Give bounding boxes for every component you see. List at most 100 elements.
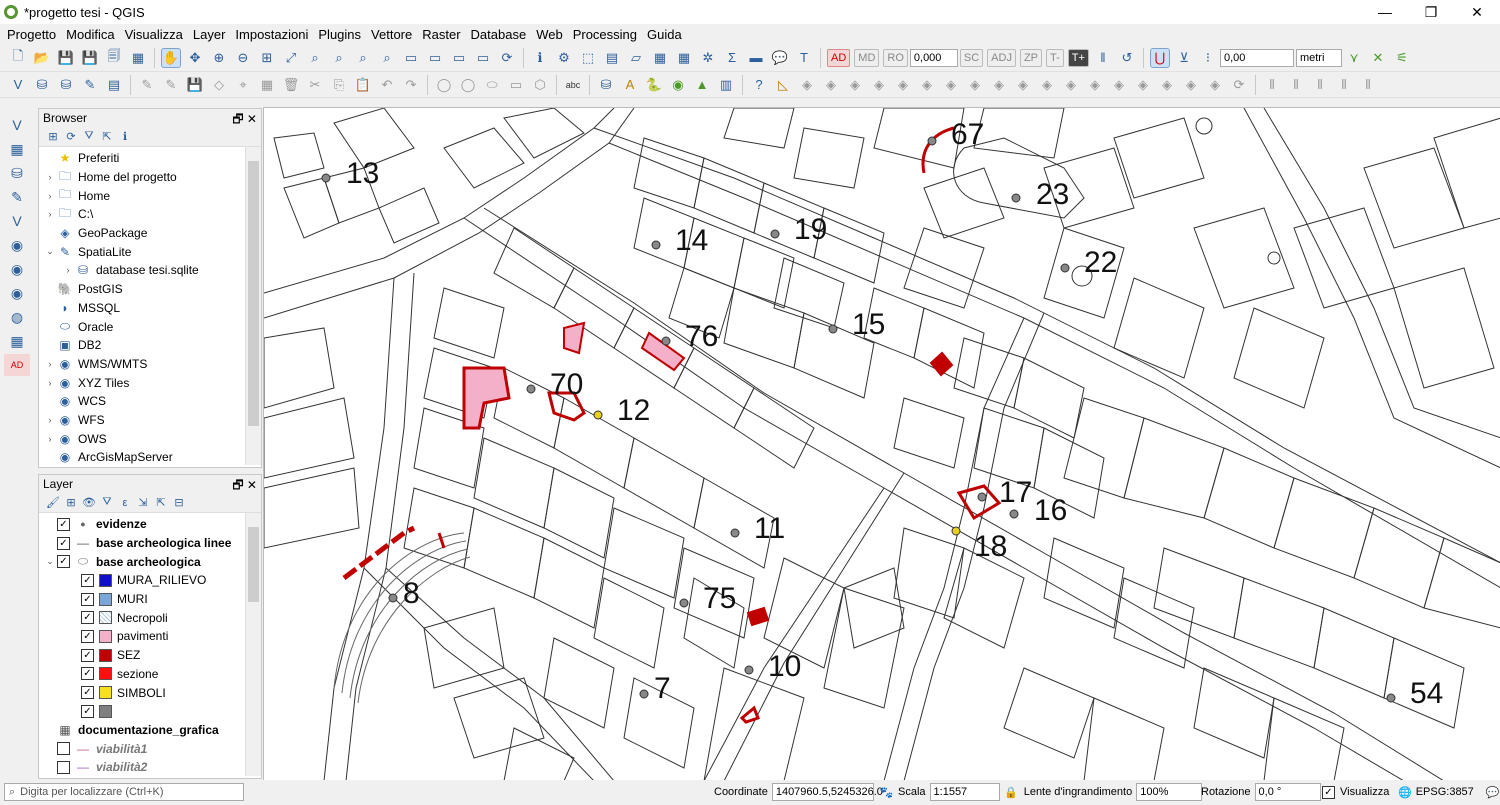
add-delimited-text-icon[interactable]: ✎ [4,186,30,208]
evidence-point[interactable] [321,173,331,183]
browser-item[interactable]: ◉ ArcGisMapServer [39,448,261,467]
align-right-icon[interactable]: ⫴ [1310,75,1330,95]
render-checkbox[interactable]: ✓ [1322,785,1335,799]
zoom-selection-icon[interactable]: ⌕ [305,48,325,68]
evidence-point[interactable] [1009,509,1019,519]
add-wms-layer-icon[interactable]: ◉ [4,234,30,256]
locator-search-input[interactable]: ⌕ Digita per localizzare (Ctrl+K) [4,783,244,801]
expand-arrow-icon[interactable]: ⌄ [43,246,57,257]
filter-browser-icon[interactable]: ⛛ [81,129,97,145]
menu-layer[interactable]: Layer [188,27,231,42]
paste-icon[interactable]: 📋 [353,75,373,95]
refresh-browser-icon[interactable]: ⟳ [63,129,79,145]
identify-icon[interactable]: ℹ [530,48,550,68]
digitize-shape-icon[interactable]: ◯ [434,75,454,95]
expand-arrow-icon[interactable]: › [43,415,57,425]
units-select[interactable]: metri [1295,48,1342,67]
menu-progetto[interactable]: Progetto [2,27,61,42]
modify-attributes-icon[interactable]: ▦ [257,75,277,95]
layer-visibility-checkbox[interactable] [57,742,70,756]
browser-item[interactable]: ⬭ Oracle [39,317,261,336]
processing-toolbox-icon[interactable]: ✲ [698,48,718,68]
layer-item[interactable]: — viabilità2 [39,758,261,777]
advanced-digitize-15-icon[interactable]: ◈ [1133,75,1153,95]
collapse-all-icon[interactable]: ⇱ [99,129,115,145]
current-edits-icon[interactable]: ✎ [137,75,157,95]
add-spatialite-layer-icon[interactable]: ⛁ [4,162,30,184]
advanced-digitize-10-icon[interactable]: ◈ [1013,75,1033,95]
layer-visibility-checkbox[interactable]: ✓ [81,611,94,625]
browser-item[interactable]: › ⛁ database tesi.sqlite [39,261,261,280]
zoom-in-icon[interactable]: ⊕ [209,48,229,68]
snap-value-input[interactable]: 0,000 [909,48,958,67]
evidence-point[interactable] [1060,263,1070,273]
adj-button[interactable]: ADJ [987,48,1016,67]
panel-float-close-icon[interactable]: 🗗 ✕ [232,110,257,131]
print-layout-icon[interactable]: 🗐 [104,48,124,68]
zp-button[interactable]: ZP [1019,48,1043,67]
save-project-icon[interactable]: 💾 [56,48,76,68]
t-minus-button[interactable]: T- [1046,48,1064,67]
zoom-out-icon[interactable]: ⊖ [233,48,253,68]
map-tips-icon[interactable]: 💬 [770,48,790,68]
statistics-icon[interactable]: Σ [722,48,742,68]
pause-icon[interactable]: ‖ [1093,48,1113,68]
virtual-layer-icon[interactable]: ▤ [104,75,124,95]
evidence-point[interactable] [679,598,689,608]
add-feature-icon[interactable]: ◇ [209,75,229,95]
advanced-digitize-1-icon[interactable]: ◈ [797,75,817,95]
layer-item[interactable]: ⌄ ✓ ⬭ base archeologica [39,552,261,571]
evidence-point[interactable] [828,324,838,334]
add-virtual-layer-icon[interactable]: V [4,210,30,232]
advanced-digitize-5-icon[interactable]: ◈ [893,75,913,95]
new-geopackage-icon[interactable]: ⛁ [56,75,76,95]
expand-all-icon[interactable]: ⇲ [135,495,151,511]
topological-editing-icon[interactable]: ⋎ [1344,48,1364,68]
plugin-globe-icon[interactable]: ◉ [668,75,688,95]
menu-visualizza[interactable]: Visualizza [120,27,188,42]
zoom-layer-icon[interactable]: ⌕ [329,48,349,68]
evidence-point[interactable] [770,229,780,239]
tolerance-input[interactable]: 0,00 [1219,48,1294,67]
layer-visibility-checkbox[interactable]: ✓ [81,686,94,700]
panel-float-close-icon[interactable]: 🗗 ✕ [232,476,257,497]
add-raster-layer-icon[interactable]: ▦ [4,138,30,160]
menu-web[interactable]: Web [531,27,568,42]
zoom-full-icon[interactable]: ⤢ [281,48,301,68]
advanced-digitize-18-icon[interactable]: ◈ [1205,75,1225,95]
undo-icon[interactable]: ↶ [377,75,397,95]
menu-guida[interactable]: Guida [642,27,687,42]
layer-item[interactable]: ✓ SEZ [39,646,261,665]
advanced-digitize-6-icon[interactable]: ◈ [917,75,937,95]
menu-database[interactable]: Database [466,27,532,42]
advanced-digitize-12-icon[interactable]: ◈ [1061,75,1081,95]
advanced-digitize-9-icon[interactable]: ◈ [989,75,1009,95]
coordinate-input[interactable]: 1407960.5,5245326.0 [771,783,883,801]
layer-item[interactable]: — viabilità1 [39,739,261,758]
add-vector-tile-icon[interactable]: ◍ [4,306,30,328]
new-spatialite-icon[interactable]: ⛁ [32,75,52,95]
pan-to-selection-icon[interactable]: ✥ [185,48,205,68]
undo-label-icon[interactable]: ↺ [1117,48,1137,68]
bookmark-icon[interactable]: ▭ [449,48,469,68]
add-wcs-layer-icon[interactable]: ◉ [4,282,30,304]
add-mesh-layer-icon[interactable]: ▦ [4,330,30,352]
style-manager-icon[interactable]: ▦ [128,48,148,68]
browser-item[interactable]: ◉ WCS [39,392,261,411]
align-center-icon[interactable]: ⫴ [1286,75,1306,95]
evidence-point[interactable] [927,136,937,146]
lock-icon[interactable]: 🔒 [1004,786,1018,799]
toggle-extents-icon[interactable]: 🐾 [880,786,894,799]
advanced-digitize-7-icon[interactable]: ◈ [941,75,961,95]
action-icon[interactable]: ⚙ [554,48,574,68]
zoom-native-icon[interactable]: ⊞ [257,48,277,68]
advanced-digitize-8-icon[interactable]: ◈ [965,75,985,95]
expand-arrow-icon[interactable]: › [61,265,75,275]
open-styling-icon[interactable]: 🖌 [45,495,61,511]
deselect-icon[interactable]: ▱ [626,48,646,68]
vertex-tool-icon[interactable]: ⌖ [233,75,253,95]
crs-globe-icon[interactable]: 🌐 [1398,786,1412,799]
polygon-icon[interactable]: ⬡ [530,75,550,95]
magnifier-input[interactable]: 100% [1136,783,1203,801]
browser-item[interactable]: › 🗀 Home [39,186,261,205]
